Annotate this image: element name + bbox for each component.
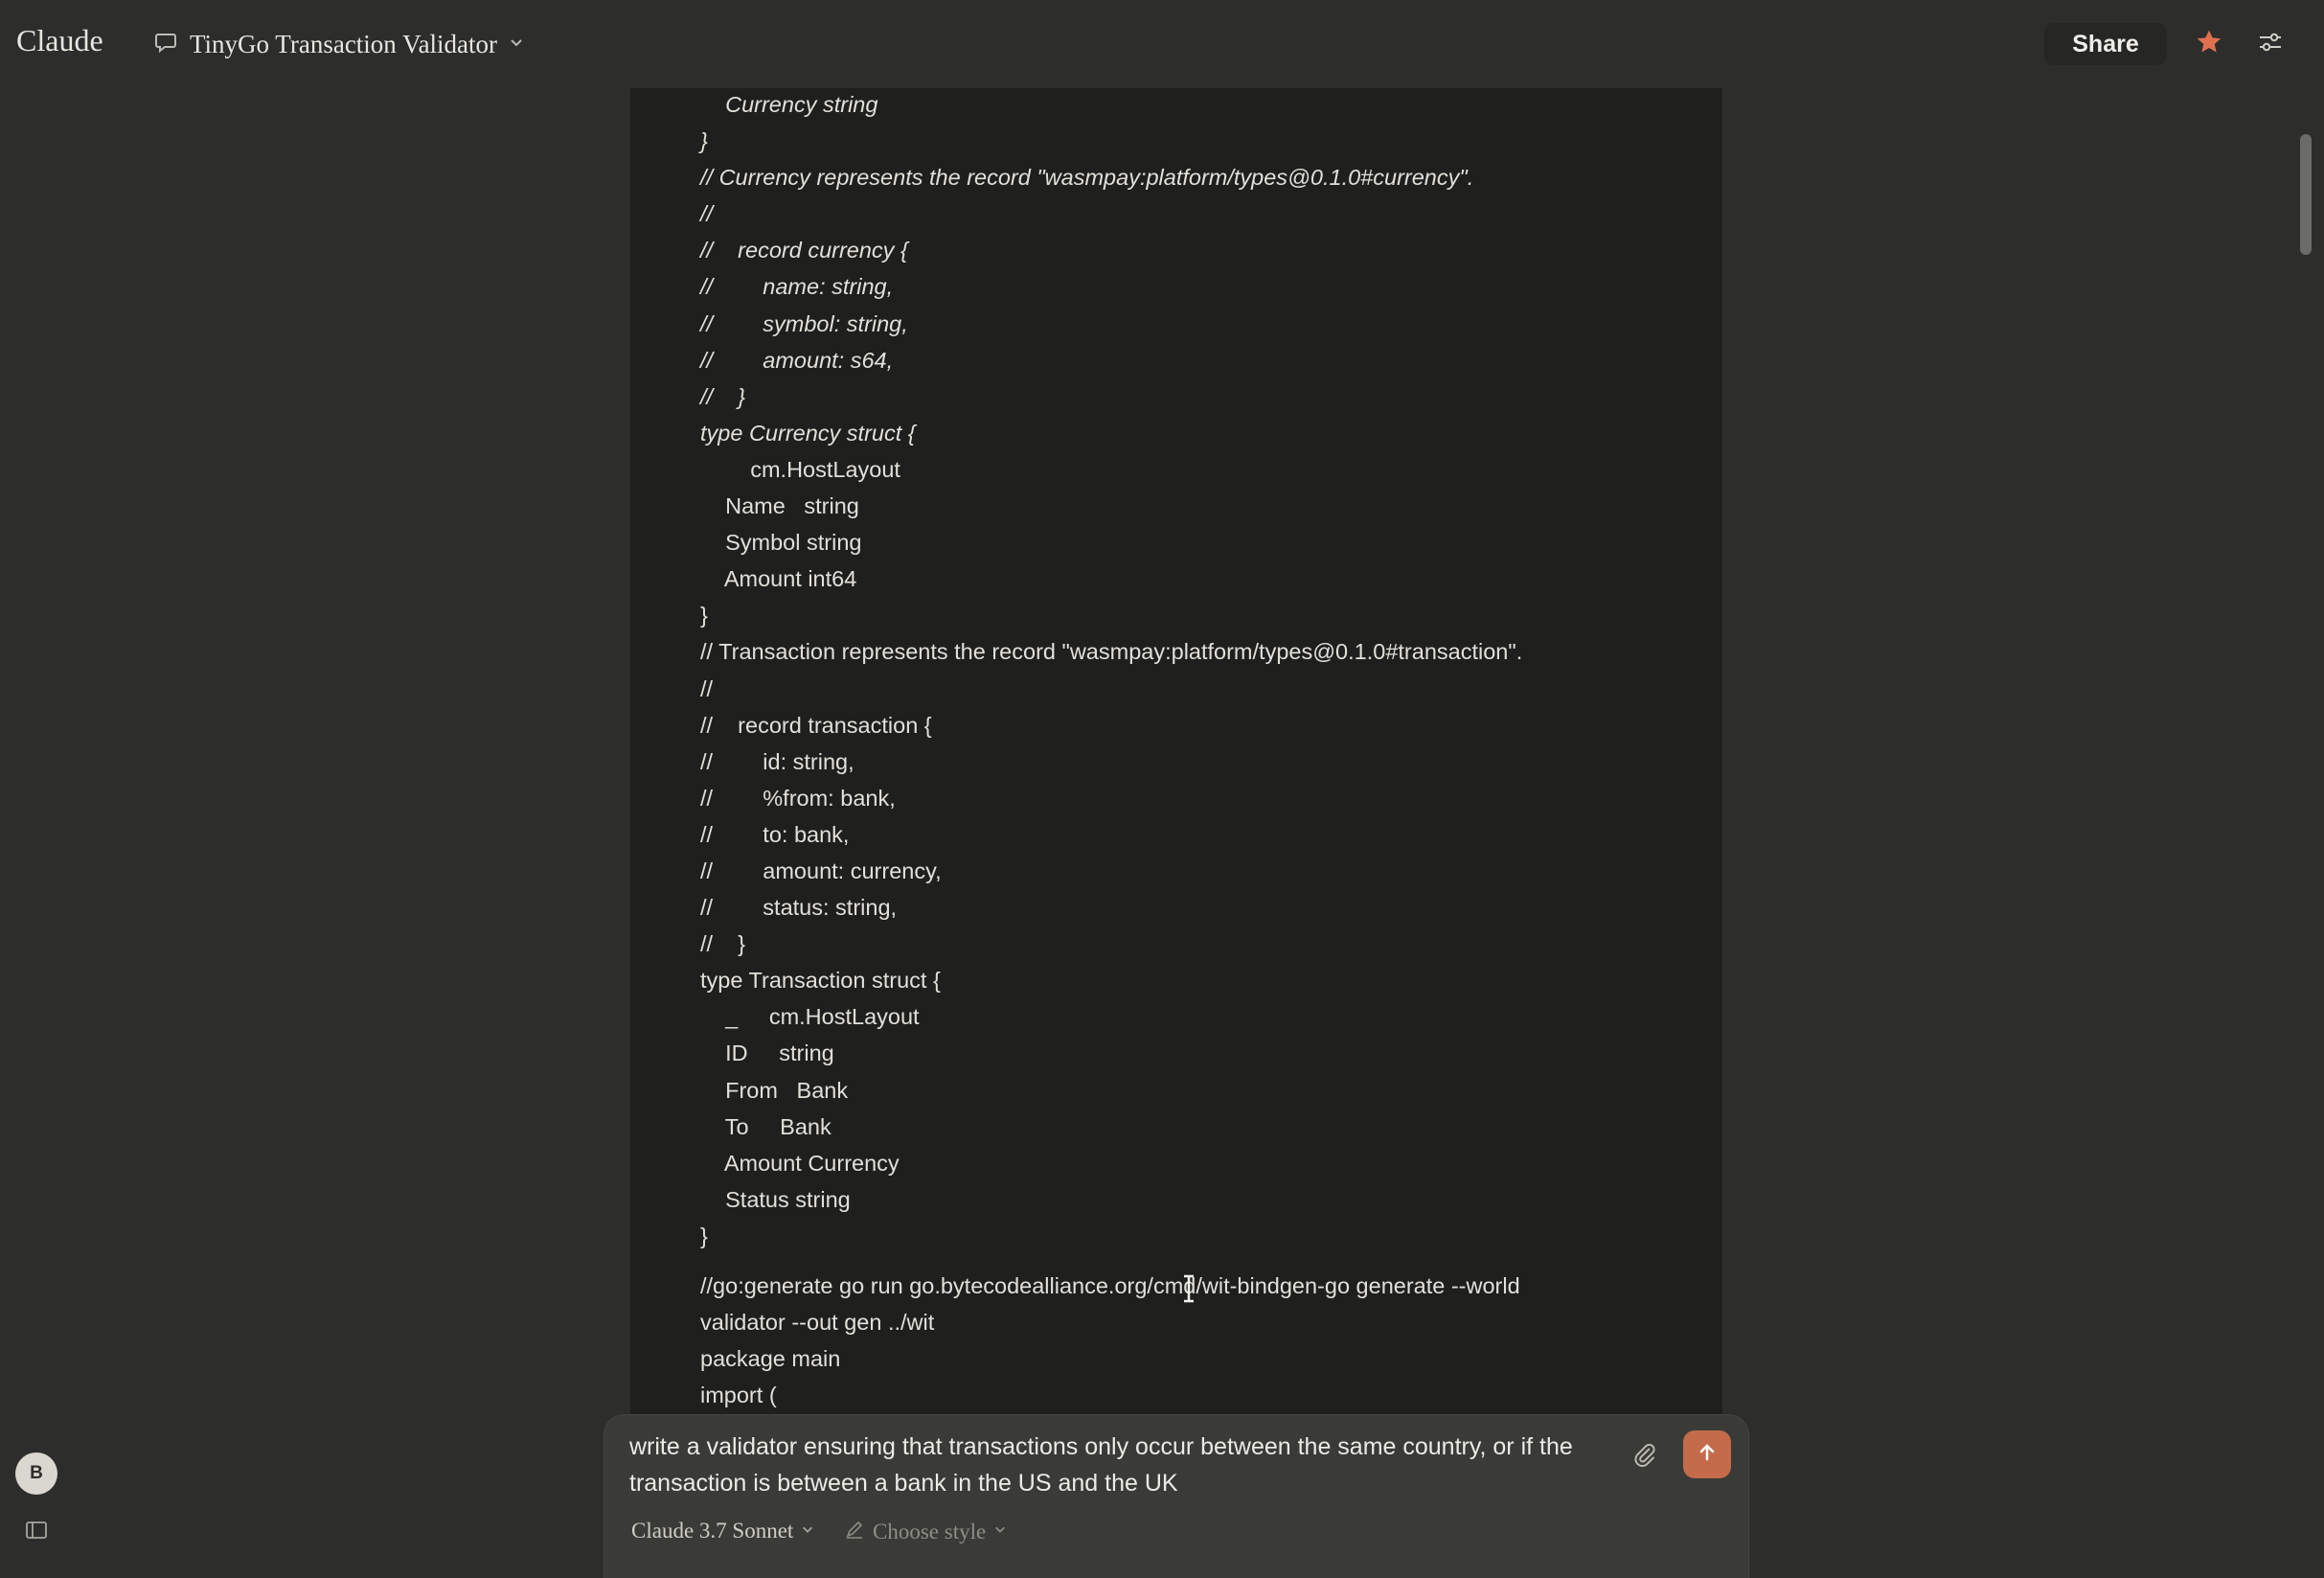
code-line: From Bank: [700, 1077, 849, 1103]
code-line: }: [700, 1223, 708, 1248]
chevron-down-icon: [801, 1522, 814, 1541]
scrollbar-thumb[interactable]: [2300, 134, 2312, 255]
code-line: _ cm.HostLayout: [700, 1004, 920, 1030]
code-line: // }: [700, 931, 746, 957]
code-line: //: [700, 201, 714, 227]
code-line: // to: bank,: [700, 821, 850, 847]
attach-button[interactable]: [1628, 1440, 1662, 1475]
code-line: type Currency struct {: [700, 420, 916, 446]
code-line: // Currency represents the record "wasmp…: [700, 165, 1474, 191]
chat-bubble-icon: [153, 30, 178, 59]
code-line: package main: [700, 1346, 841, 1372]
pen-icon: [844, 1519, 865, 1544]
sidebar-toggle-icon: [25, 1520, 48, 1545]
code-line: //: [700, 675, 714, 701]
chat-title-menu[interactable]: TinyGo Transaction Validator: [153, 27, 524, 61]
code-line: // amount: currency,: [700, 858, 942, 883]
sliders-icon: [2257, 29, 2284, 60]
code-line: Amount Currency: [700, 1150, 900, 1176]
chat-title: TinyGo Transaction Validator: [190, 29, 498, 58]
code-line: type Transaction struct {: [700, 968, 941, 994]
message-composer: write a validator ensuring that transact…: [604, 1414, 1749, 1578]
user-avatar[interactable]: B: [15, 1452, 57, 1495]
star-button[interactable]: [2190, 25, 2228, 63]
settings-button[interactable]: [2251, 25, 2290, 63]
code-line: cm.HostLayout: [700, 456, 900, 482]
code-line: // record transaction {: [700, 712, 932, 738]
paperclip-icon: [1632, 1443, 1657, 1473]
model-label: Claude 3.7 Sonnet: [631, 1519, 794, 1543]
code-line: validator --out gen ../wit: [700, 1310, 935, 1336]
code-line: ID string: [700, 1041, 834, 1066]
code-line: }: [700, 128, 708, 154]
sidebar-toggle-button[interactable]: [23, 1520, 50, 1544]
code-line: Amount int64: [700, 566, 857, 592]
brand-logo[interactable]: Claude: [16, 23, 103, 58]
code-line: // status: string,: [700, 895, 898, 921]
message-input[interactable]: write a validator ensuring that transact…: [629, 1429, 1606, 1501]
code-line: // }: [700, 383, 746, 409]
star-icon: [2195, 28, 2223, 61]
code-line: Symbol string: [700, 530, 862, 556]
code-line: import (: [700, 1383, 777, 1408]
top-bar: Claude TinyGo Transaction Validator Shar…: [0, 0, 2324, 88]
text-cursor-icon: [1180, 1274, 1197, 1303]
share-button[interactable]: Share: [2044, 23, 2167, 65]
style-selector[interactable]: Choose style: [844, 1519, 1007, 1544]
code-line: // amount: s64,: [700, 347, 894, 373]
code-lines: Currency string} // Currency represents t…: [700, 88, 1522, 1413]
code-line: // record currency {: [700, 238, 908, 263]
code-line: Name string: [700, 493, 859, 519]
code-line: //go:generate go run go.bytecodealliance…: [700, 1273, 1520, 1298]
code-line: // Transaction represents the record "wa…: [700, 639, 1523, 665]
code-line: Currency string: [700, 92, 878, 117]
chevron-down-icon: [993, 1522, 1007, 1541]
code-line: }: [700, 603, 708, 629]
code-line: Status string: [700, 1186, 851, 1212]
code-block[interactable]: Currency string} // Currency represents t…: [630, 88, 1722, 1516]
code-line: // symbol: string,: [700, 310, 908, 336]
code-line: // %from: bank,: [700, 785, 896, 811]
code-line: // name: string,: [700, 274, 894, 300]
chevron-down-icon: [509, 34, 524, 55]
send-button[interactable]: [1683, 1430, 1731, 1478]
model-selector[interactable]: Claude 3.7 Sonnet: [631, 1519, 814, 1544]
arrow-up-icon: [1696, 1441, 1719, 1469]
code-line: // id: string,: [700, 748, 854, 774]
code-line: To Bank: [700, 1113, 832, 1139]
style-label: Choose style: [873, 1519, 987, 1544]
